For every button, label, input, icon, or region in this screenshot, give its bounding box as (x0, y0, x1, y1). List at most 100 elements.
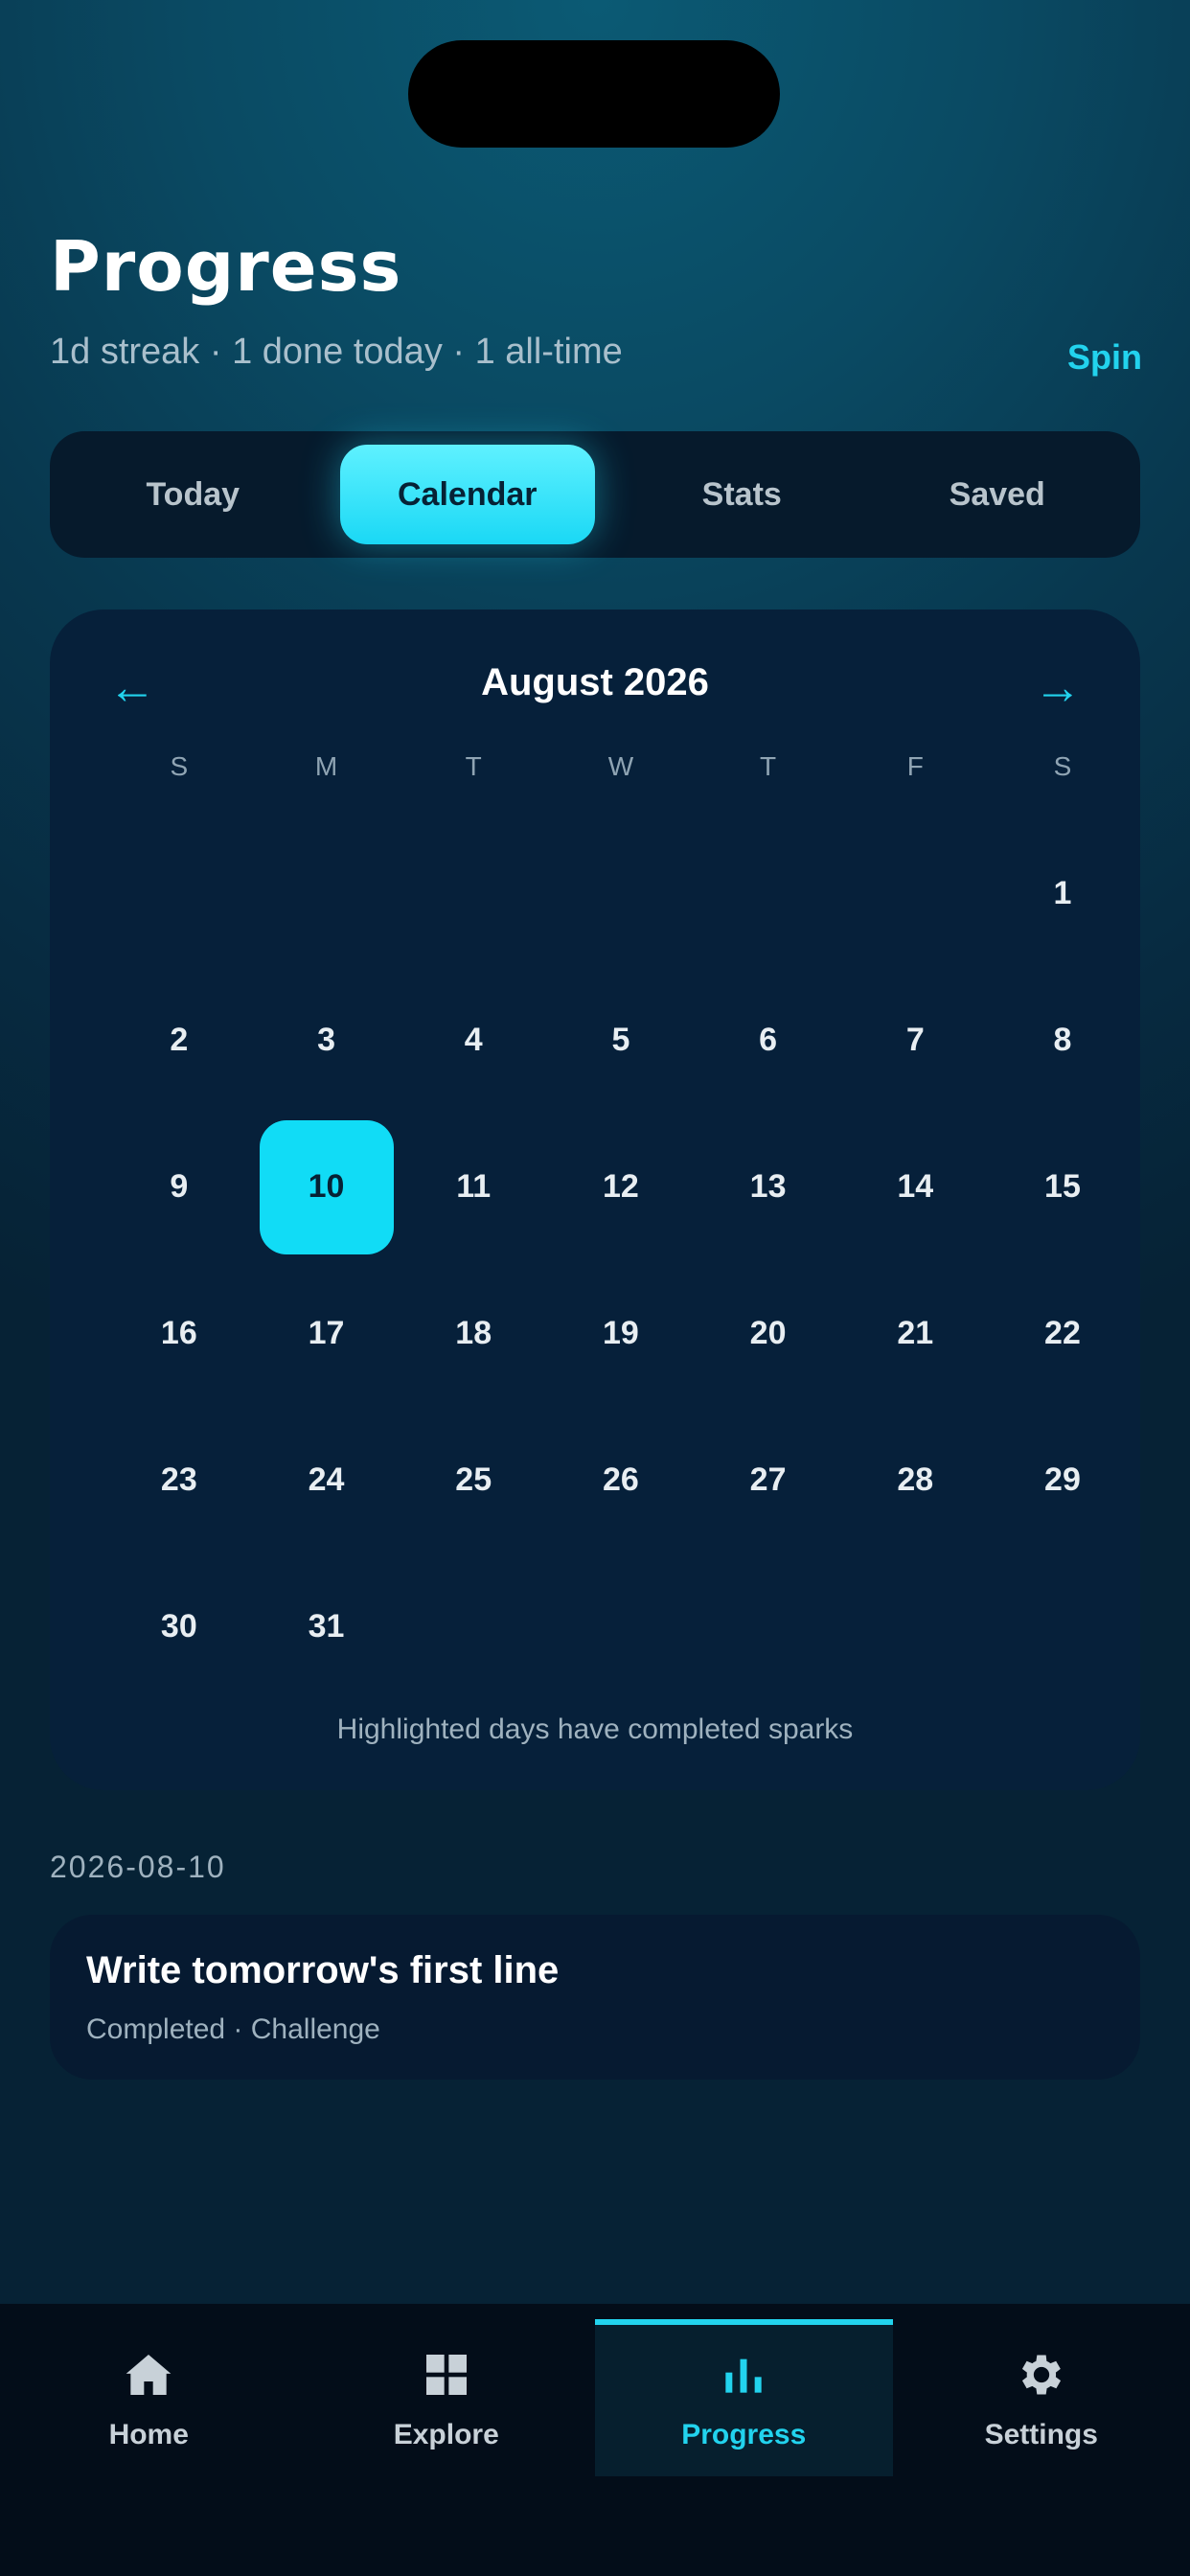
segmented-tabs: Today Calendar Stats Saved (50, 431, 1140, 558)
calendar-day[interactable]: 5 (547, 967, 695, 1114)
device-notch (408, 40, 780, 148)
calendar-day-highlighted[interactable]: 10 (253, 1114, 400, 1260)
calendar-day-number: 25 (455, 1461, 492, 1498)
calendar-day[interactable]: 8 (989, 967, 1136, 1114)
calendar-day-number: 15 (1044, 1168, 1081, 1205)
calendar-day[interactable]: 9 (105, 1114, 253, 1260)
calendar-day[interactable]: 1 (989, 820, 1136, 967)
calendar-day-number: 10 (259, 1119, 394, 1254)
tab-saved[interactable]: Saved (870, 445, 1126, 544)
calendar-day[interactable]: 25 (400, 1407, 547, 1553)
calendar-day-number: 26 (602, 1461, 639, 1498)
calendar-day[interactable]: 21 (841, 1260, 989, 1407)
entry-meta: Completed · Challenge (86, 2013, 380, 2045)
calendar-day[interactable]: 16 (105, 1260, 253, 1407)
calendar-day[interactable]: 22 (989, 1260, 1136, 1407)
bottom-navigation: Home Explore Progress Settings (0, 2304, 1190, 2576)
calendar-day-number: 9 (170, 1168, 189, 1205)
calendar-day[interactable]: 30 (105, 1553, 253, 1700)
nav-explore[interactable]: Explore (298, 2323, 596, 2476)
streak-summary: 1d streak · 1 done today · 1 all-time (50, 332, 623, 372)
days-grid: 1 2 3 4 5 6 7 8 9 10 11 12 13 14 15 16 17 18 19 20 21 22 23 24 2… (105, 820, 1136, 1700)
calendar-day-number: 30 (160, 1608, 197, 1644)
calendar-day[interactable]: 13 (695, 1114, 842, 1260)
calendar-day-number: 21 (897, 1315, 934, 1351)
tab-calendar[interactable]: Calendar (339, 445, 595, 544)
calendar-blank-cell (400, 820, 547, 967)
calendar-day[interactable]: 6 (695, 967, 842, 1114)
calendar-day-number: 4 (464, 1022, 483, 1058)
calendar-day-number: 8 (1053, 1022, 1072, 1058)
calendar-card: ← August 2026 → SMTWTFS 1 2 3 4 5 6 7 8 9 10 11 12 1… (50, 610, 1140, 1790)
calendar-day-number: 14 (897, 1168, 934, 1205)
calendar-day[interactable]: 11 (400, 1114, 547, 1260)
calendar-day[interactable]: 3 (253, 967, 400, 1114)
calendar-day-number: 17 (308, 1315, 345, 1351)
calendar-day-number: 19 (602, 1315, 639, 1351)
weekday-label: S (170, 751, 189, 781)
calendar-day[interactable]: 28 (841, 1407, 989, 1553)
calendar-footnote: Highlighted days have completed sparks (336, 1714, 854, 1745)
calendar-header: ← August 2026 → (50, 654, 1140, 721)
calendar-day-number: 7 (905, 1022, 925, 1058)
calendar-day-number: 29 (1044, 1461, 1081, 1498)
calendar-day-number: 5 (611, 1022, 630, 1058)
calendar-day[interactable]: 27 (695, 1407, 842, 1553)
calendar-day[interactable]: 17 (253, 1260, 400, 1407)
calendar-day[interactable]: 20 (695, 1260, 842, 1407)
grid-icon (425, 2355, 467, 2395)
calendar-day-number: 6 (759, 1022, 778, 1058)
completed-entry-card[interactable]: Write tomorrow's first line Completed · … (50, 1915, 1140, 2080)
weekday-label: W (607, 751, 634, 781)
weekday-label: F (906, 751, 924, 781)
nav-settings[interactable]: Settings (893, 2323, 1190, 2476)
calendar-day-number: 11 (456, 1168, 492, 1205)
nav-progress-label: Progress (681, 2419, 807, 2450)
nav-settings-label: Settings (984, 2419, 1098, 2450)
calendar-day-number: 2 (170, 1022, 189, 1058)
calendar-day[interactable]: 4 (400, 967, 547, 1114)
calendar-day[interactable]: 23 (105, 1407, 253, 1553)
calendar-day-number: 13 (749, 1168, 787, 1205)
nav-progress[interactable]: Progress (595, 2319, 893, 2476)
calendar-day-number: 1 (1053, 875, 1072, 911)
calendar-day[interactable]: 31 (253, 1553, 400, 1700)
calendar-day[interactable]: 15 (989, 1114, 1136, 1260)
calendar-day-number: 18 (455, 1315, 492, 1351)
month-title: August 2026 (481, 661, 709, 703)
calendar-day-number: 20 (749, 1315, 787, 1351)
weekday-label: T (465, 751, 482, 781)
bar-chart-icon (725, 2358, 762, 2393)
calendar-day-number: 31 (308, 1608, 345, 1644)
calendar-day-number: 23 (160, 1461, 197, 1498)
calendar-day-number: 28 (897, 1461, 934, 1498)
calendar-blank-cell (253, 820, 400, 967)
nav-home[interactable]: Home (0, 2323, 298, 2476)
calendar-day[interactable]: 18 (400, 1260, 547, 1407)
calendar-blank-cell (695, 820, 842, 967)
calendar-day[interactable]: 26 (547, 1407, 695, 1553)
gear-icon (1021, 2355, 1061, 2395)
calendar-day-number: 12 (602, 1168, 639, 1205)
calendar-day[interactable]: 29 (989, 1407, 1136, 1553)
calendar-day[interactable]: 2 (105, 967, 253, 1114)
calendar-day-number: 24 (308, 1461, 345, 1498)
calendar-day-number: 3 (317, 1022, 335, 1058)
calendar-day[interactable]: 14 (841, 1114, 989, 1260)
calendar-day[interactable]: 7 (841, 967, 989, 1114)
page-title: Progress (50, 226, 402, 307)
nav-home-label: Home (108, 2419, 189, 2450)
tab-today[interactable]: Today (65, 445, 321, 544)
selected-date-label: 2026-08-10 (50, 1850, 226, 1884)
calendar-day[interactable]: 19 (547, 1260, 695, 1407)
next-month-icon[interactable]: → (1019, 654, 1096, 721)
calendar-day[interactable]: 24 (253, 1407, 400, 1553)
tab-stats[interactable]: Stats (614, 445, 870, 544)
calendar-day-number: 16 (160, 1315, 197, 1351)
weekday-row: SMTWTFS (105, 751, 1136, 782)
calendar-day-number: 22 (1044, 1315, 1081, 1351)
calendar-day[interactable]: 12 (547, 1114, 695, 1260)
calendar-blank-cell (547, 820, 695, 967)
spin-button[interactable]: Spin (1067, 337, 1142, 378)
calendar-blank-cell (105, 820, 253, 967)
